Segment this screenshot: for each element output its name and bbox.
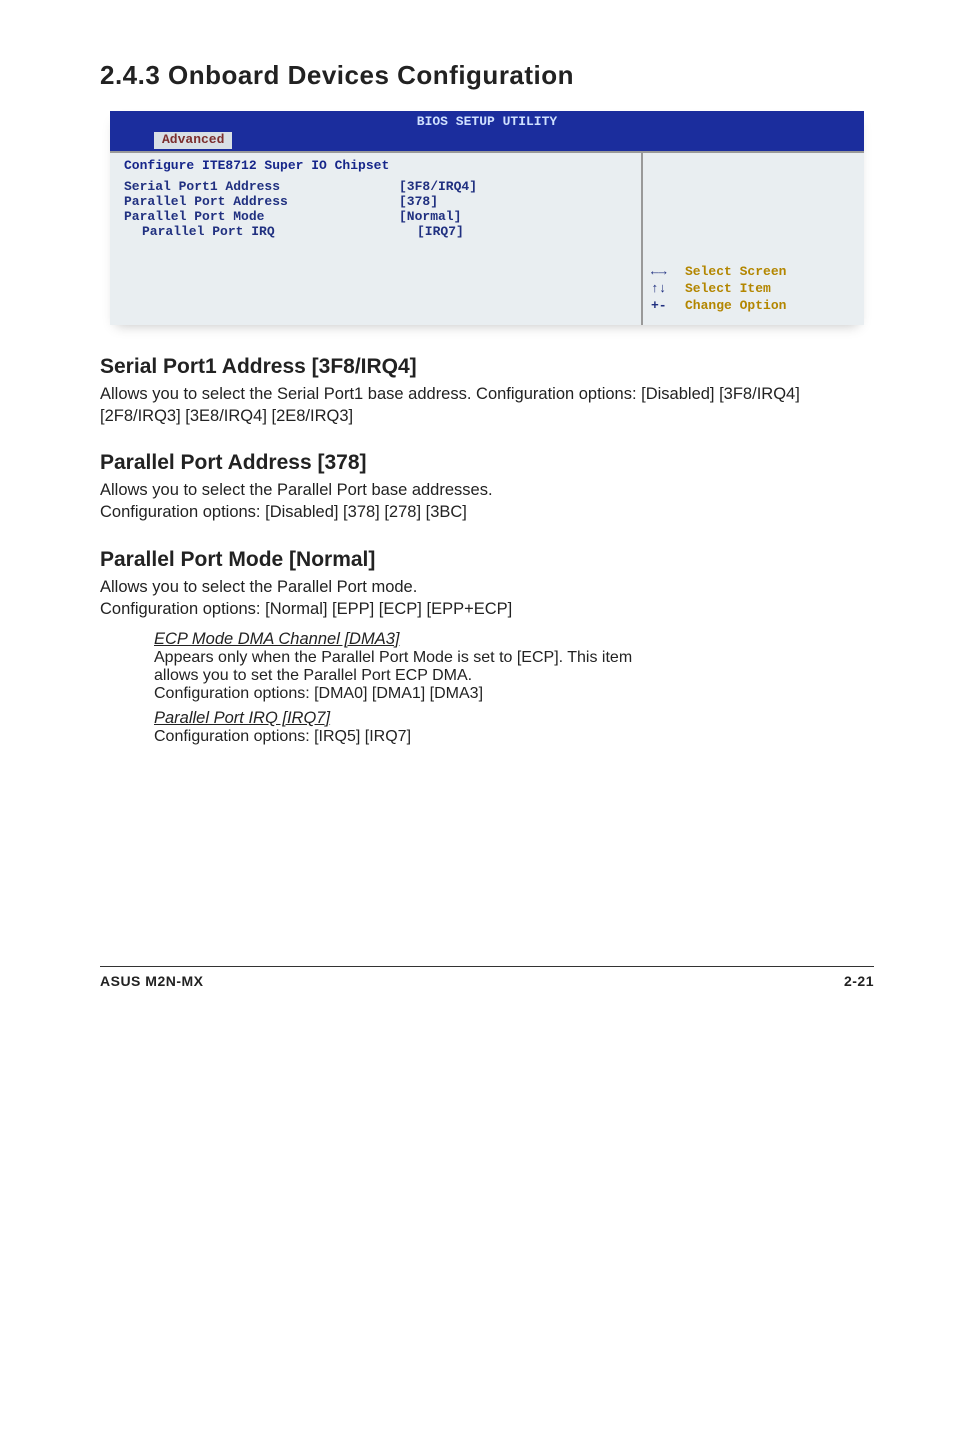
- help-key: ←→: [651, 264, 685, 281]
- bios-row-label: Parallel Port Address: [124, 195, 399, 210]
- help-key: +-: [651, 298, 685, 315]
- bios-row-label: Serial Port1 Address: [124, 180, 399, 195]
- help-text: Select Item: [685, 281, 771, 298]
- paragraph: Allows you to select the Serial Port1 ba…: [100, 383, 874, 428]
- bios-screenshot: BIOS SETUP UTILITY Advanced Configure IT…: [110, 111, 864, 325]
- bios-row: Parallel Port IRQ [IRQ7]: [124, 225, 631, 240]
- footer-right: 2-21: [844, 973, 874, 989]
- paragraph: allows you to set the Parallel Port ECP …: [154, 667, 874, 685]
- bios-tab-advanced: Advanced: [154, 132, 232, 149]
- help-text: Select Screen: [685, 264, 786, 281]
- bios-panel-title: Configure ITE8712 Super IO Chipset: [124, 159, 631, 174]
- help-key: ↑↓: [651, 281, 685, 298]
- sub-option-title: Parallel Port IRQ [IRQ7]: [154, 709, 874, 728]
- paragraph: Configuration options: [DMA0] [DMA1] [DM…: [154, 685, 874, 703]
- subheading-parallel-mode: Parallel Port Mode [Normal]: [100, 548, 874, 572]
- footer-left: ASUS M2N-MX: [100, 973, 204, 989]
- sub-option-irq: Parallel Port IRQ [IRQ7] Configuration o…: [154, 709, 874, 746]
- paragraph: Appears only when the Parallel Port Mode…: [154, 649, 874, 667]
- bios-row: Serial Port1 Address [3F8/IRQ4]: [124, 180, 631, 195]
- section-heading: 2.4.3 Onboard Devices Configuration: [100, 60, 874, 91]
- bios-row: Parallel Port Address [378]: [124, 195, 631, 210]
- bios-left-panel: Configure ITE8712 Super IO Chipset Seria…: [110, 153, 641, 325]
- paragraph: Configuration options: [Normal] [EPP] [E…: [100, 598, 874, 620]
- bios-row-value: [IRQ7]: [417, 225, 464, 240]
- page-footer: ASUS M2N-MX 2-21: [100, 966, 874, 989]
- bios-row-label: Parallel Port IRQ: [124, 225, 417, 240]
- help-text: Change Option: [685, 298, 786, 315]
- bios-right-panel: ←→Select Screen ↑↓Select Item +-Change O…: [641, 153, 864, 325]
- paragraph: Allows you to select the Parallel Port b…: [100, 479, 874, 501]
- bios-row-value: [378]: [399, 195, 438, 210]
- bios-tab-row: Advanced: [110, 132, 864, 151]
- paragraph: Configuration options: [Disabled] [378] …: [100, 501, 874, 523]
- sub-option-title: ECP Mode DMA Channel [DMA3]: [154, 630, 874, 649]
- bios-title: BIOS SETUP UTILITY: [110, 111, 864, 132]
- bios-row: Parallel Port Mode [Normal]: [124, 210, 631, 225]
- subheading-serial-port1: Serial Port1 Address [3F8/IRQ4]: [100, 355, 874, 379]
- subheading-parallel-address: Parallel Port Address [378]: [100, 451, 874, 475]
- bios-row-label: Parallel Port Mode: [124, 210, 399, 225]
- paragraph: Allows you to select the Parallel Port m…: [100, 576, 874, 598]
- bios-help: ←→Select Screen ↑↓Select Item +-Change O…: [651, 264, 856, 315]
- paragraph: Configuration options: [IRQ5] [IRQ7]: [154, 728, 874, 746]
- sub-option-ecp: ECP Mode DMA Channel [DMA3] Appears only…: [154, 630, 874, 703]
- bios-row-value: [3F8/IRQ4]: [399, 180, 477, 195]
- bios-row-value: [Normal]: [399, 210, 461, 225]
